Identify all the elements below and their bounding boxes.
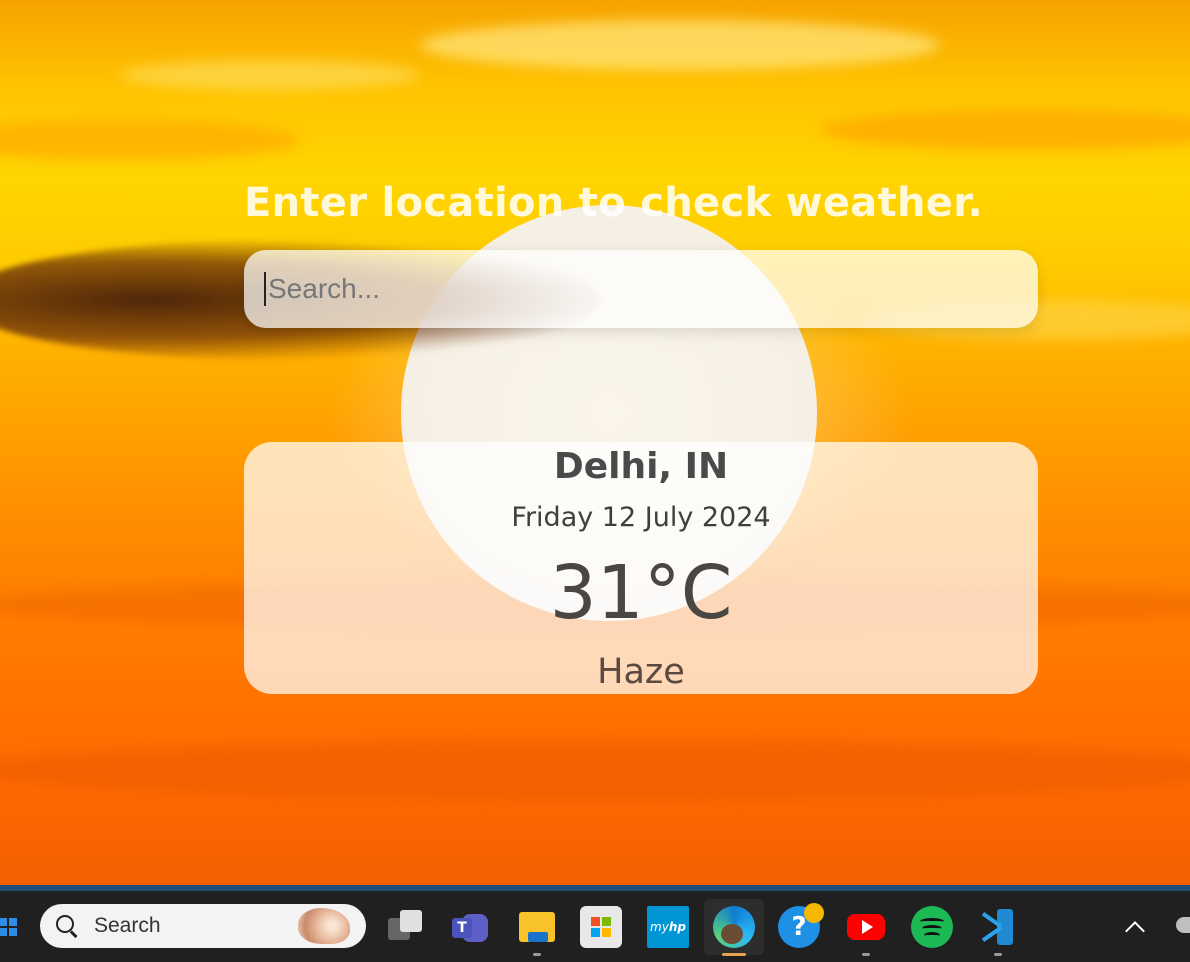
location-name: Delhi, IN: [553, 446, 729, 487]
myhp-icon: myhp: [647, 905, 689, 948]
edge-icon: [713, 905, 755, 948]
location-search-input[interactable]: [264, 272, 1038, 306]
vscode-icon: [977, 906, 1019, 948]
temperature: 31°C: [549, 550, 733, 636]
taskbar-app-spotify[interactable]: [909, 891, 955, 962]
folder-icon: [516, 906, 558, 948]
taskbar-app-youtube[interactable]: [843, 891, 889, 962]
notification-badge: [804, 903, 824, 923]
taskbar-app-file-explorer[interactable]: [514, 891, 560, 962]
onedrive-icon[interactable]: [1176, 917, 1190, 933]
windows-icon: [0, 917, 17, 936]
taskbar-app-vscode[interactable]: [975, 891, 1021, 962]
page-heading: Enter location to check weather.: [244, 180, 984, 226]
search-icon: [54, 913, 80, 939]
active-indicator: [722, 953, 746, 956]
taskbar-app-myhp[interactable]: myhp: [645, 891, 691, 962]
store-icon: [580, 905, 622, 948]
search-highlight-shell-icon: [298, 908, 350, 944]
taskbar-app-get-help[interactable]: ?: [776, 891, 824, 962]
taskbar-app-teams[interactable]: T: [446, 891, 492, 962]
taskbar-search[interactable]: Search: [40, 904, 366, 948]
running-indicator: [533, 953, 541, 956]
taskbar-app-store[interactable]: [578, 891, 624, 962]
teams-icon: T: [448, 906, 490, 948]
weather-condition: Haze: [597, 652, 685, 692]
taskbar-app-task-view[interactable]: [382, 891, 428, 962]
taskbar-search-label: Search: [94, 914, 161, 937]
current-date: Friday 12 July 2024: [511, 502, 771, 533]
task-view-icon: [384, 906, 426, 948]
chevron-up-icon: [1125, 920, 1145, 941]
spotify-icon: [911, 905, 953, 948]
running-indicator: [862, 953, 870, 956]
weather-card: Delhi, IN Friday 12 July 2024 31°C Haze: [244, 442, 1038, 694]
taskbar-app-edge[interactable]: [704, 891, 764, 962]
youtube-icon: [845, 906, 887, 948]
taskbar: Search T myhp ?: [0, 891, 1190, 962]
location-search-box[interactable]: [244, 250, 1038, 328]
start-button[interactable]: [0, 891, 20, 962]
show-hidden-icons-button[interactable]: [1125, 891, 1145, 962]
running-indicator: [994, 953, 1002, 956]
